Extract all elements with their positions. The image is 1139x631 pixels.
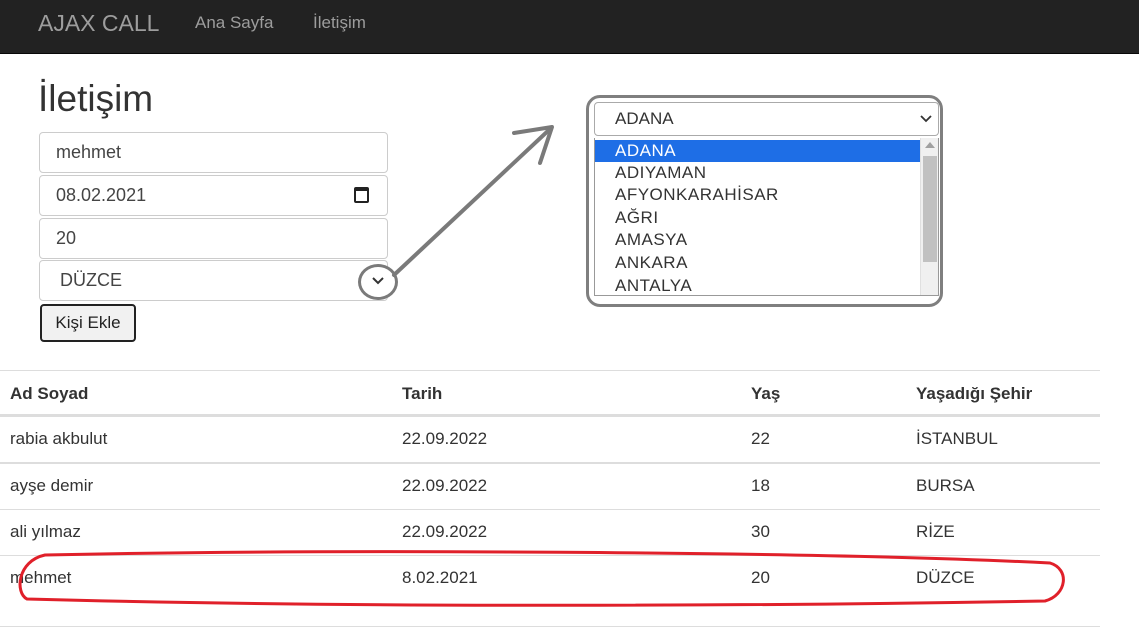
table-header: Ad Soyad Tarih Yaş Yaşadığı Şehir bbox=[0, 370, 1100, 416]
dropdown-option[interactable]: ANKARA bbox=[595, 252, 920, 274]
cell-name: ayşe demir bbox=[10, 476, 94, 495]
cell-age: 18 bbox=[751, 476, 770, 495]
nav-link-home[interactable]: Ana Sayfa bbox=[195, 13, 273, 33]
name-input[interactable]: mehmet bbox=[39, 132, 388, 173]
cell-date: 22.09.2022 bbox=[402, 476, 488, 495]
chevron-down-icon bbox=[920, 115, 932, 123]
cell-date: 22.09.2022 bbox=[402, 522, 488, 541]
city-dropdown-selected-label: ADANA bbox=[615, 109, 674, 128]
date-input[interactable]: 08.02.2021 bbox=[39, 175, 388, 216]
cell-city: RİZE bbox=[916, 522, 955, 541]
cell-age: 22 bbox=[751, 429, 770, 448]
cell-date: 22.09.2022 bbox=[402, 429, 488, 448]
cell-city: İSTANBUL bbox=[916, 429, 998, 448]
dropdown-scrollbar[interactable] bbox=[920, 138, 938, 295]
dropdown-option[interactable]: AĞRI bbox=[595, 207, 920, 229]
table-bottom-border bbox=[0, 626, 1100, 627]
cell-age: 30 bbox=[751, 522, 770, 541]
dropdown-option[interactable]: ANTALYA bbox=[595, 275, 920, 295]
header-name: Ad Soyad bbox=[10, 384, 89, 403]
header-city: Yaşadığı Şehir bbox=[916, 384, 1033, 403]
scrollbar-thumb[interactable] bbox=[923, 156, 937, 262]
highlight-annotation-ellipse bbox=[18, 550, 1065, 607]
dropdown-option[interactable]: ADANA bbox=[595, 140, 920, 162]
date-value: 08.02.2021 bbox=[56, 185, 147, 205]
table-row: rabia akbulut 22.09.2022 22 İSTANBUL bbox=[0, 416, 1100, 462]
dropdown-option[interactable]: AMASYA bbox=[595, 229, 920, 251]
cell-city: BURSA bbox=[916, 476, 975, 495]
navbar-brand[interactable]: AJAX CALL bbox=[38, 10, 159, 37]
annotation-arrow bbox=[392, 125, 554, 277]
dropdown-option[interactable]: ADIYAMAN bbox=[595, 162, 920, 184]
header-date: Tarih bbox=[402, 384, 443, 403]
age-input[interactable]: 20 bbox=[39, 218, 388, 259]
cell-name: rabia akbulut bbox=[10, 429, 108, 448]
dropdown-option[interactable]: AFYONKARAHİSAR bbox=[595, 184, 920, 206]
cell-name: ali yılmaz bbox=[10, 522, 81, 541]
city-dropdown-selected[interactable]: ADANA bbox=[594, 102, 939, 136]
calendar-icon[interactable] bbox=[354, 187, 369, 203]
table-row: ayşe demir 22.09.2022 18 BURSA bbox=[0, 462, 1100, 508]
page-title: İletişim bbox=[38, 78, 154, 119]
navbar: AJAX CALL Ana Sayfa İletişim bbox=[0, 0, 1139, 54]
scroll-up-arrow-icon[interactable] bbox=[925, 142, 935, 148]
city-dropdown-list[interactable]: ADANA ADIYAMAN AFYONKARAHİSAR AĞRI AMASY… bbox=[594, 138, 939, 296]
add-person-button[interactable]: Kişi Ekle bbox=[40, 304, 136, 342]
city-select[interactable]: DÜZCE bbox=[39, 260, 388, 301]
header-age: Yaş bbox=[751, 384, 781, 403]
dropdown-zoom-callout: ADANA ADANA ADIYAMAN AFYONKARAHİSAR AĞRI… bbox=[586, 95, 943, 307]
nav-link-contact[interactable]: İletişim bbox=[313, 13, 366, 33]
